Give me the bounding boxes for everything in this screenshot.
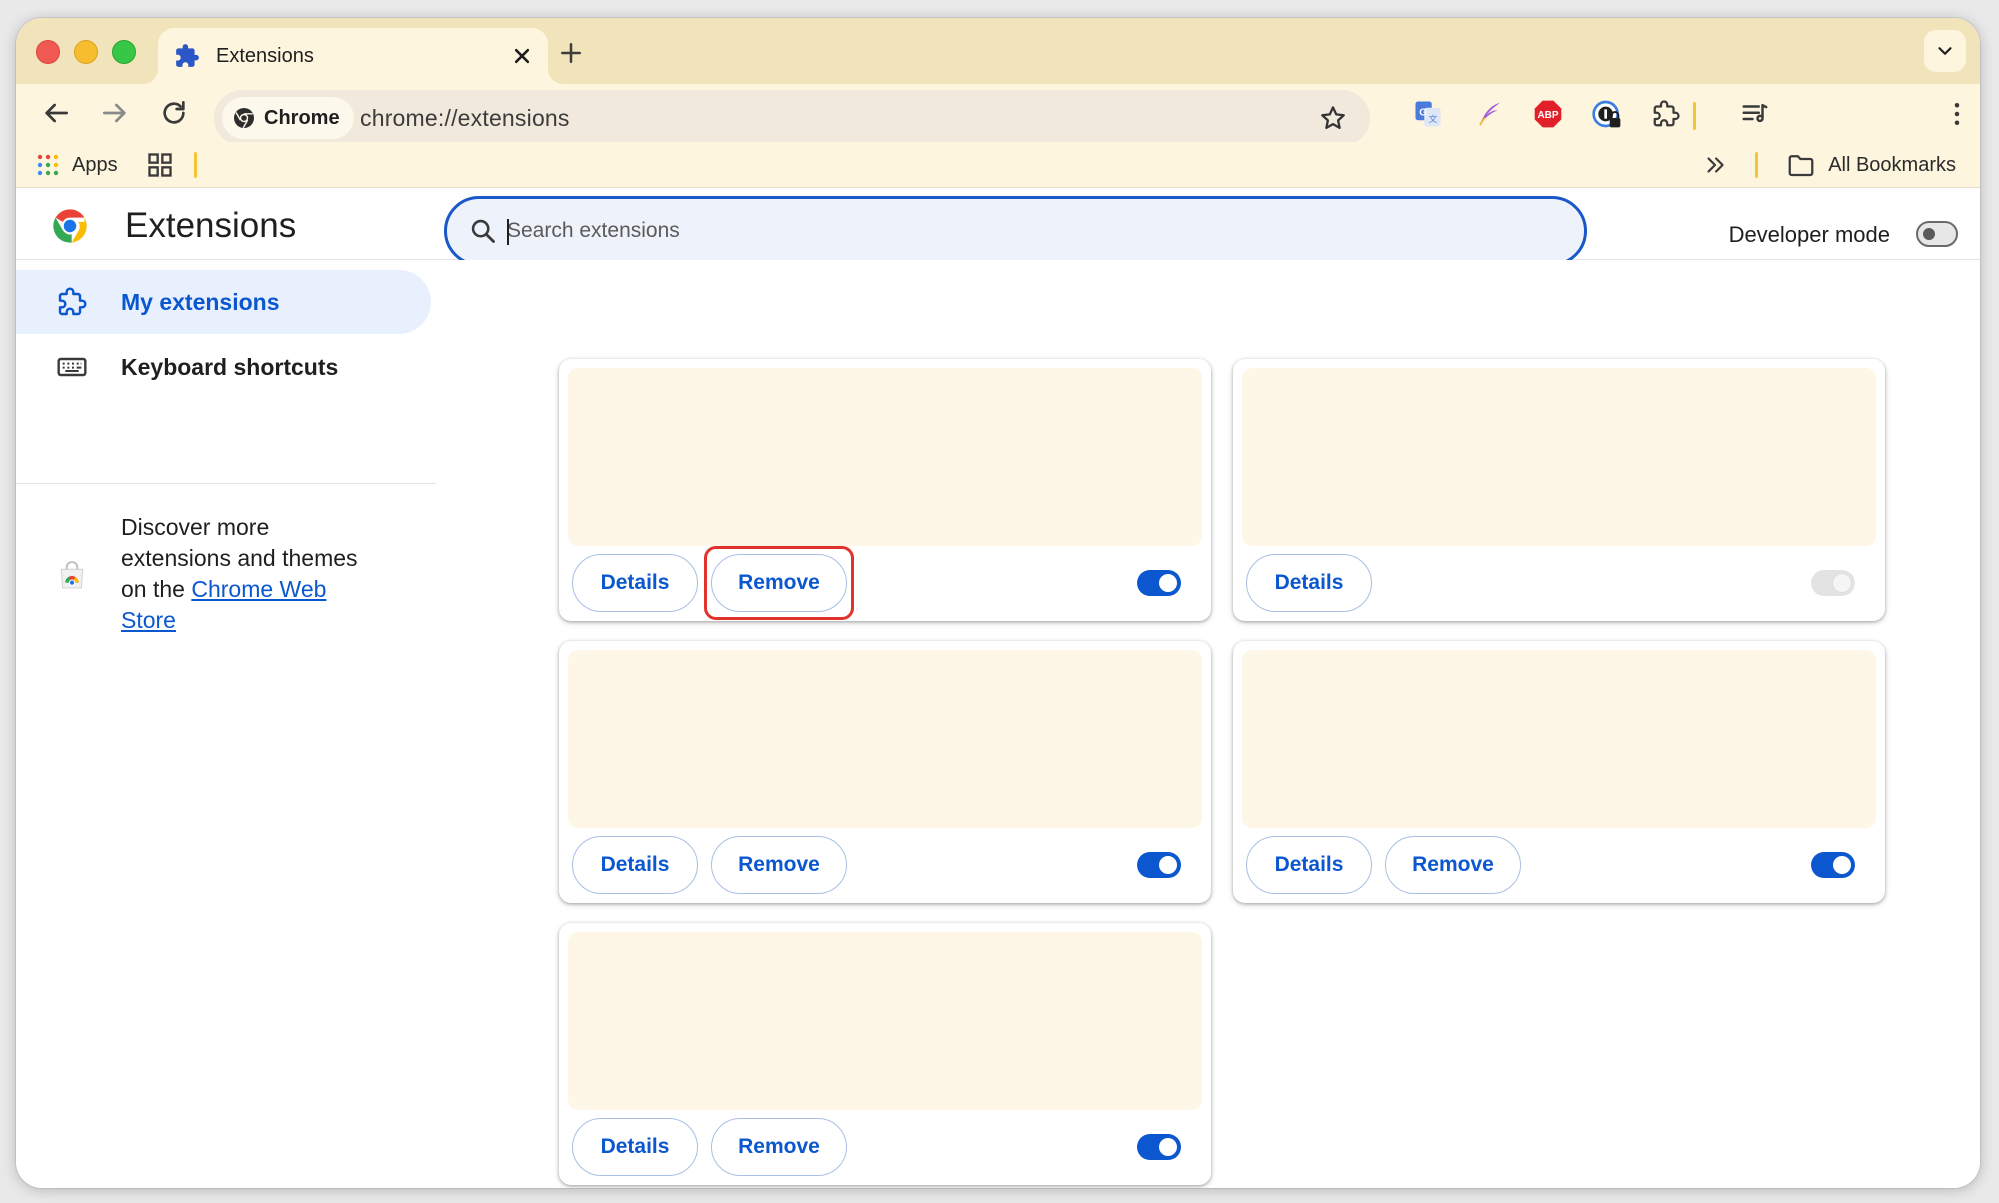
minimize-window-button[interactable] — [74, 40, 98, 64]
forward-arrow-icon[interactable] — [99, 97, 131, 129]
extension-card: Details Remove — [1233, 641, 1885, 903]
chrome-web-store-icon — [60, 561, 84, 589]
details-button[interactable]: Details — [572, 554, 698, 612]
extensions-list: Details Remove Details Details Remove De… — [436, 260, 1980, 1188]
chevron-double-right-icon[interactable] — [1702, 152, 1728, 178]
bookmarks-separator — [1755, 152, 1758, 178]
details-button[interactable]: Details — [1246, 836, 1372, 894]
details-button[interactable]: Details — [572, 1118, 698, 1176]
chevron-down-icon — [1938, 47, 1952, 55]
puzzle-piece-icon — [58, 287, 87, 316]
text-caret — [507, 219, 509, 245]
extension-enable-toggle[interactable] — [1811, 852, 1855, 878]
sidebar-item-my-extensions[interactable]: My extensions — [16, 270, 431, 334]
search-icon — [471, 219, 495, 243]
search-input[interactable] — [505, 199, 1505, 263]
menu-kebab-icon[interactable] — [1939, 96, 1975, 132]
toggle-knob — [1923, 228, 1935, 240]
apps-label: Apps — [72, 153, 118, 176]
extension-card: Details — [1233, 359, 1885, 621]
sidebar: My extensions Keyboard shortcuts Discove… — [16, 260, 436, 1188]
apps-grid-icon — [37, 154, 59, 176]
close-window-button[interactable] — [36, 40, 60, 64]
browser-window: Extensions Chrome chrome://extensions G … — [16, 18, 1980, 1188]
remove-button[interactable]: Remove — [711, 836, 847, 894]
developer-mode-toggle[interactable] — [1916, 221, 1958, 247]
close-tab-icon[interactable] — [508, 42, 536, 70]
remove-button[interactable]: Remove — [1385, 836, 1521, 894]
all-bookmarks-button[interactable]: All Bookmarks — [1786, 150, 1956, 180]
extension-card-content — [1242, 650, 1876, 828]
toggle-knob — [1159, 1138, 1177, 1156]
reload-icon[interactable] — [158, 97, 190, 129]
folder-icon — [1788, 155, 1814, 177]
details-button[interactable]: Details — [572, 836, 698, 894]
page-title: Extensions — [125, 206, 297, 245]
toggle-knob — [1159, 574, 1177, 592]
extension-enable-toggle[interactable] — [1811, 570, 1855, 596]
sidebar-item-label: My extensions — [121, 288, 280, 315]
extension-card: Details Remove — [559, 359, 1211, 621]
toggle-knob — [1833, 856, 1851, 874]
extension-card-content — [1242, 368, 1876, 546]
extension-enable-toggle[interactable] — [1137, 1134, 1181, 1160]
tab-title: Extensions — [216, 44, 314, 67]
chrome-logo-icon — [234, 108, 254, 129]
chrome-logo-icon — [53, 209, 87, 243]
details-button[interactable]: Details — [1246, 554, 1372, 612]
svg-text:文: 文 — [1429, 113, 1438, 124]
bookmark-star-icon[interactable] — [1318, 103, 1348, 133]
google-translate-icon[interactable]: G 文 — [1410, 96, 1446, 132]
remove-button[interactable]: Remove — [711, 1118, 847, 1176]
tab-extensions[interactable]: Extensions — [142, 28, 564, 84]
extensions-header: Extensions Developer mode — [16, 188, 1980, 266]
extension-card-content — [568, 368, 1202, 546]
developer-mode-label: Developer mode — [1728, 222, 1890, 247]
bookmarks-bar: Apps All Bookmarks — [16, 142, 1980, 188]
fullscreen-window-button[interactable] — [112, 40, 136, 64]
tab-strip: Extensions — [16, 18, 1980, 84]
tab-groups-icon[interactable] — [146, 151, 174, 179]
all-bookmarks-label: All Bookmarks — [1828, 153, 1956, 176]
quill-pen-icon[interactable] — [1472, 96, 1508, 132]
search-extensions-box[interactable] — [444, 196, 1587, 266]
bookmarks-separator — [194, 152, 197, 178]
sidebar-item-keyboard-shortcuts[interactable]: Keyboard shortcuts — [16, 335, 431, 399]
tab-search-button[interactable] — [1924, 30, 1966, 72]
svg-text:ABP: ABP — [1537, 110, 1558, 121]
keyboard-icon — [57, 357, 87, 377]
extension-card: Details Remove — [559, 923, 1211, 1185]
back-arrow-icon[interactable] — [40, 97, 72, 129]
password-manager-icon[interactable] — [1589, 96, 1625, 132]
toggle-knob — [1833, 574, 1851, 592]
new-tab-icon[interactable] — [556, 38, 586, 68]
extension-card-content — [568, 650, 1202, 828]
address-bar[interactable]: Chrome chrome://extensions — [214, 90, 1370, 146]
sidebar-divider — [16, 483, 436, 484]
extension-enable-toggle[interactable] — [1137, 570, 1181, 596]
bookmark-apps[interactable]: Apps — [36, 150, 118, 180]
remove-button[interactable]: Remove — [711, 554, 847, 612]
extension-card-content — [568, 932, 1202, 1110]
site-info-chip[interactable]: Chrome — [222, 97, 354, 139]
url-text[interactable]: chrome://extensions — [360, 105, 570, 132]
toggle-knob — [1159, 856, 1177, 874]
toolbar: Chrome chrome://extensions G 文 ABP — [16, 84, 1980, 146]
site-chip-label: Chrome — [264, 106, 340, 129]
reading-list-icon[interactable] — [1737, 96, 1773, 132]
toolbar-separator — [1693, 102, 1696, 130]
adblock-plus-icon[interactable]: ABP — [1530, 96, 1566, 132]
discover-text: Discover more extensions and themes on t… — [121, 512, 381, 636]
puzzle-piece-icon — [176, 44, 199, 67]
extensions-puzzle-icon[interactable] — [1648, 96, 1684, 132]
sidebar-item-label: Keyboard shortcuts — [121, 353, 339, 380]
extension-enable-toggle[interactable] — [1137, 852, 1181, 878]
extension-card: Details Remove — [559, 641, 1211, 903]
svg-text:G: G — [1419, 107, 1427, 118]
